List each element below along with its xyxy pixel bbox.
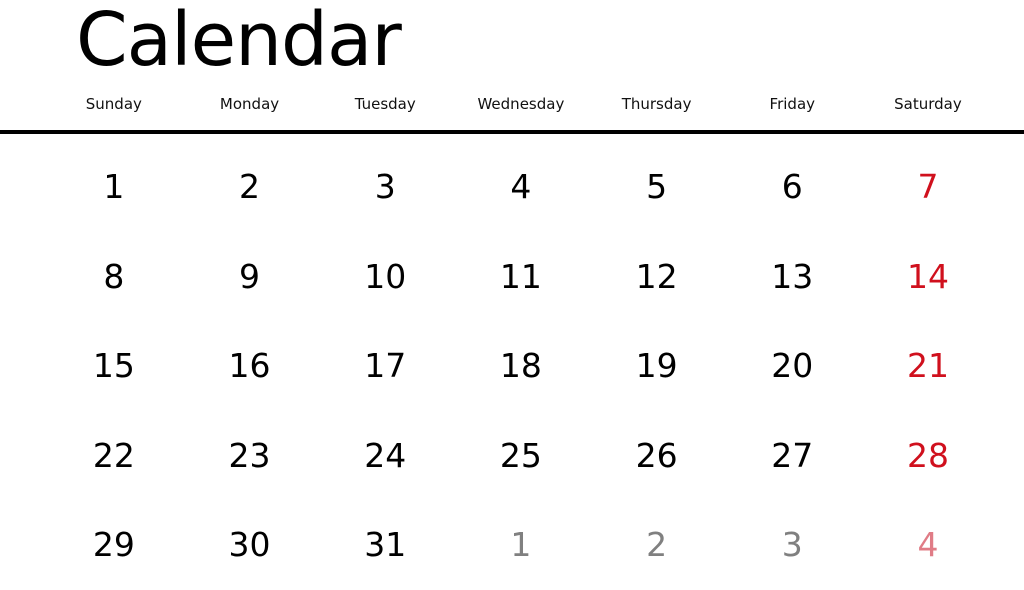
day-cell: 28 (906, 435, 949, 475)
day-cell: 15 (92, 346, 135, 385)
day-cell: 17 (364, 346, 407, 385)
weekday-monday: Monday (219, 95, 280, 113)
weekday-friday: Friday (769, 95, 816, 113)
day-cell: 18 (499, 346, 542, 385)
day-cell: 3 (374, 167, 396, 206)
day-cell: 27 (771, 435, 814, 475)
header-divider (0, 130, 1024, 134)
day-cell: 21 (906, 346, 949, 385)
day-cell: 5 (646, 167, 668, 206)
day-cell: 16 (228, 346, 271, 385)
day-cell: 1 (103, 167, 125, 206)
weekday-thursday: Thursday (621, 95, 692, 113)
day-cell: 2 (239, 167, 261, 206)
day-cell: 13 (771, 256, 814, 296)
day-cell: 19 (635, 346, 678, 385)
day-cell: 24 (364, 435, 407, 475)
day-cell: 14 (906, 256, 949, 296)
day-cell-next-month: 3 (781, 525, 803, 564)
day-cell: 10 (364, 256, 407, 296)
day-cell: 25 (499, 435, 542, 475)
day-cell: 7 (917, 167, 939, 206)
day-cell: 26 (635, 435, 678, 475)
day-cell: 23 (228, 435, 271, 475)
weekday-tuesday: Tuesday (354, 95, 416, 113)
day-cell: 6 (781, 167, 803, 206)
weekday-saturday: Saturday (894, 95, 962, 113)
day-cell: 30 (228, 525, 271, 564)
day-cell: 9 (239, 256, 261, 296)
day-cell: 12 (635, 256, 678, 296)
day-cell-next-month: 4 (917, 525, 939, 564)
weekday-wednesday: Wednesday (477, 95, 565, 113)
day-cell: 22 (92, 435, 135, 475)
day-cell: 31 (364, 525, 407, 564)
day-cell: 11 (499, 256, 542, 296)
calendar-title: Calendar (76, 0, 402, 83)
day-cell: 29 (92, 525, 135, 564)
weekday-header-row: Sunday Monday Tuesday Wednesday Thursday… (46, 92, 996, 116)
day-cell: 4 (510, 167, 532, 206)
weekday-sunday: Sunday (85, 95, 142, 113)
day-cell-next-month: 1 (510, 525, 532, 564)
day-cell: 20 (771, 346, 814, 385)
day-grid: 1 2 3 4 5 6 7 8 9 10 11 12 13 14 15 16 17 18 19 20 21 22 23 24 2… (46, 142, 996, 590)
day-cell: 8 (103, 256, 125, 296)
day-cell-next-month: 2 (646, 525, 668, 564)
